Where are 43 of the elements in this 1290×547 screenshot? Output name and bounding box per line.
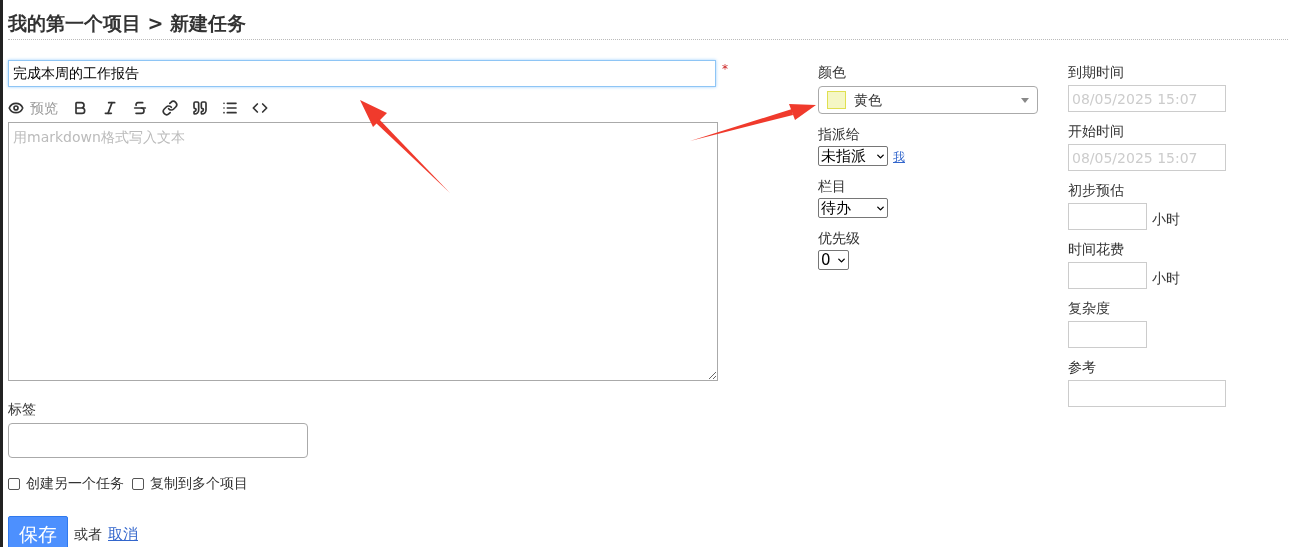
unit-label: 小时: [1152, 269, 1180, 288]
caret-icon: [1021, 97, 1029, 103]
checkbox[interactable]: [132, 477, 144, 490]
checkbox[interactable]: [8, 477, 20, 490]
select-field[interactable]: 待办: [818, 198, 888, 218]
color-name: 黄色: [854, 90, 883, 110]
select-field[interactable]: 0: [818, 250, 849, 270]
page-title: 我的第一个项目 > 新建任务: [8, 11, 248, 36]
bold-icon[interactable]: [72, 100, 88, 116]
field-label: 初步预估: [1068, 181, 1125, 200]
code-icon[interactable]: [252, 100, 268, 116]
checkbox-label: 创建另一个任务: [26, 474, 124, 493]
field-label: 优先级: [818, 229, 861, 248]
or-text: 或者: [74, 524, 102, 544]
required-mark: *: [722, 61, 728, 78]
unit-label: 小时: [1152, 210, 1180, 229]
strikethrough-icon[interactable]: [132, 100, 148, 116]
tags-label: 标签: [8, 400, 37, 419]
field-label: 颜色: [818, 63, 847, 82]
quote-icon[interactable]: [192, 100, 208, 116]
color-select[interactable]: 黄色: [818, 86, 1038, 114]
complexity-field[interactable]: [1068, 321, 1147, 348]
field-label: 参考: [1068, 358, 1097, 377]
title-field[interactable]: 完成本周的工作报告: [8, 60, 716, 87]
field-label: 到期时间: [1068, 63, 1125, 82]
link-icon[interactable]: [162, 100, 178, 116]
assign-me-link[interactable]: 我: [893, 148, 905, 166]
field-label: 栏目: [818, 177, 847, 196]
hours-field[interactable]: [1068, 203, 1147, 230]
italic-icon[interactable]: [102, 100, 118, 116]
field-label: 复杂度: [1068, 299, 1111, 318]
cancel-link[interactable]: 取消: [108, 522, 138, 546]
field-label: 时间花费: [1068, 240, 1125, 259]
field-label: 指派给: [818, 125, 861, 144]
list-icon[interactable]: [222, 100, 238, 116]
tags-field[interactable]: [8, 423, 308, 458]
checkbox-label: 复制到多个项目: [150, 474, 248, 493]
description-field[interactable]: 用markdown格式写入文本: [8, 122, 718, 381]
hours-field[interactable]: [1068, 262, 1147, 289]
select-field[interactable]: 未指派: [818, 146, 888, 166]
reference-field[interactable]: [1068, 380, 1226, 407]
field-label: 开始时间: [1068, 122, 1125, 141]
preview-icon[interactable]: [8, 100, 24, 116]
